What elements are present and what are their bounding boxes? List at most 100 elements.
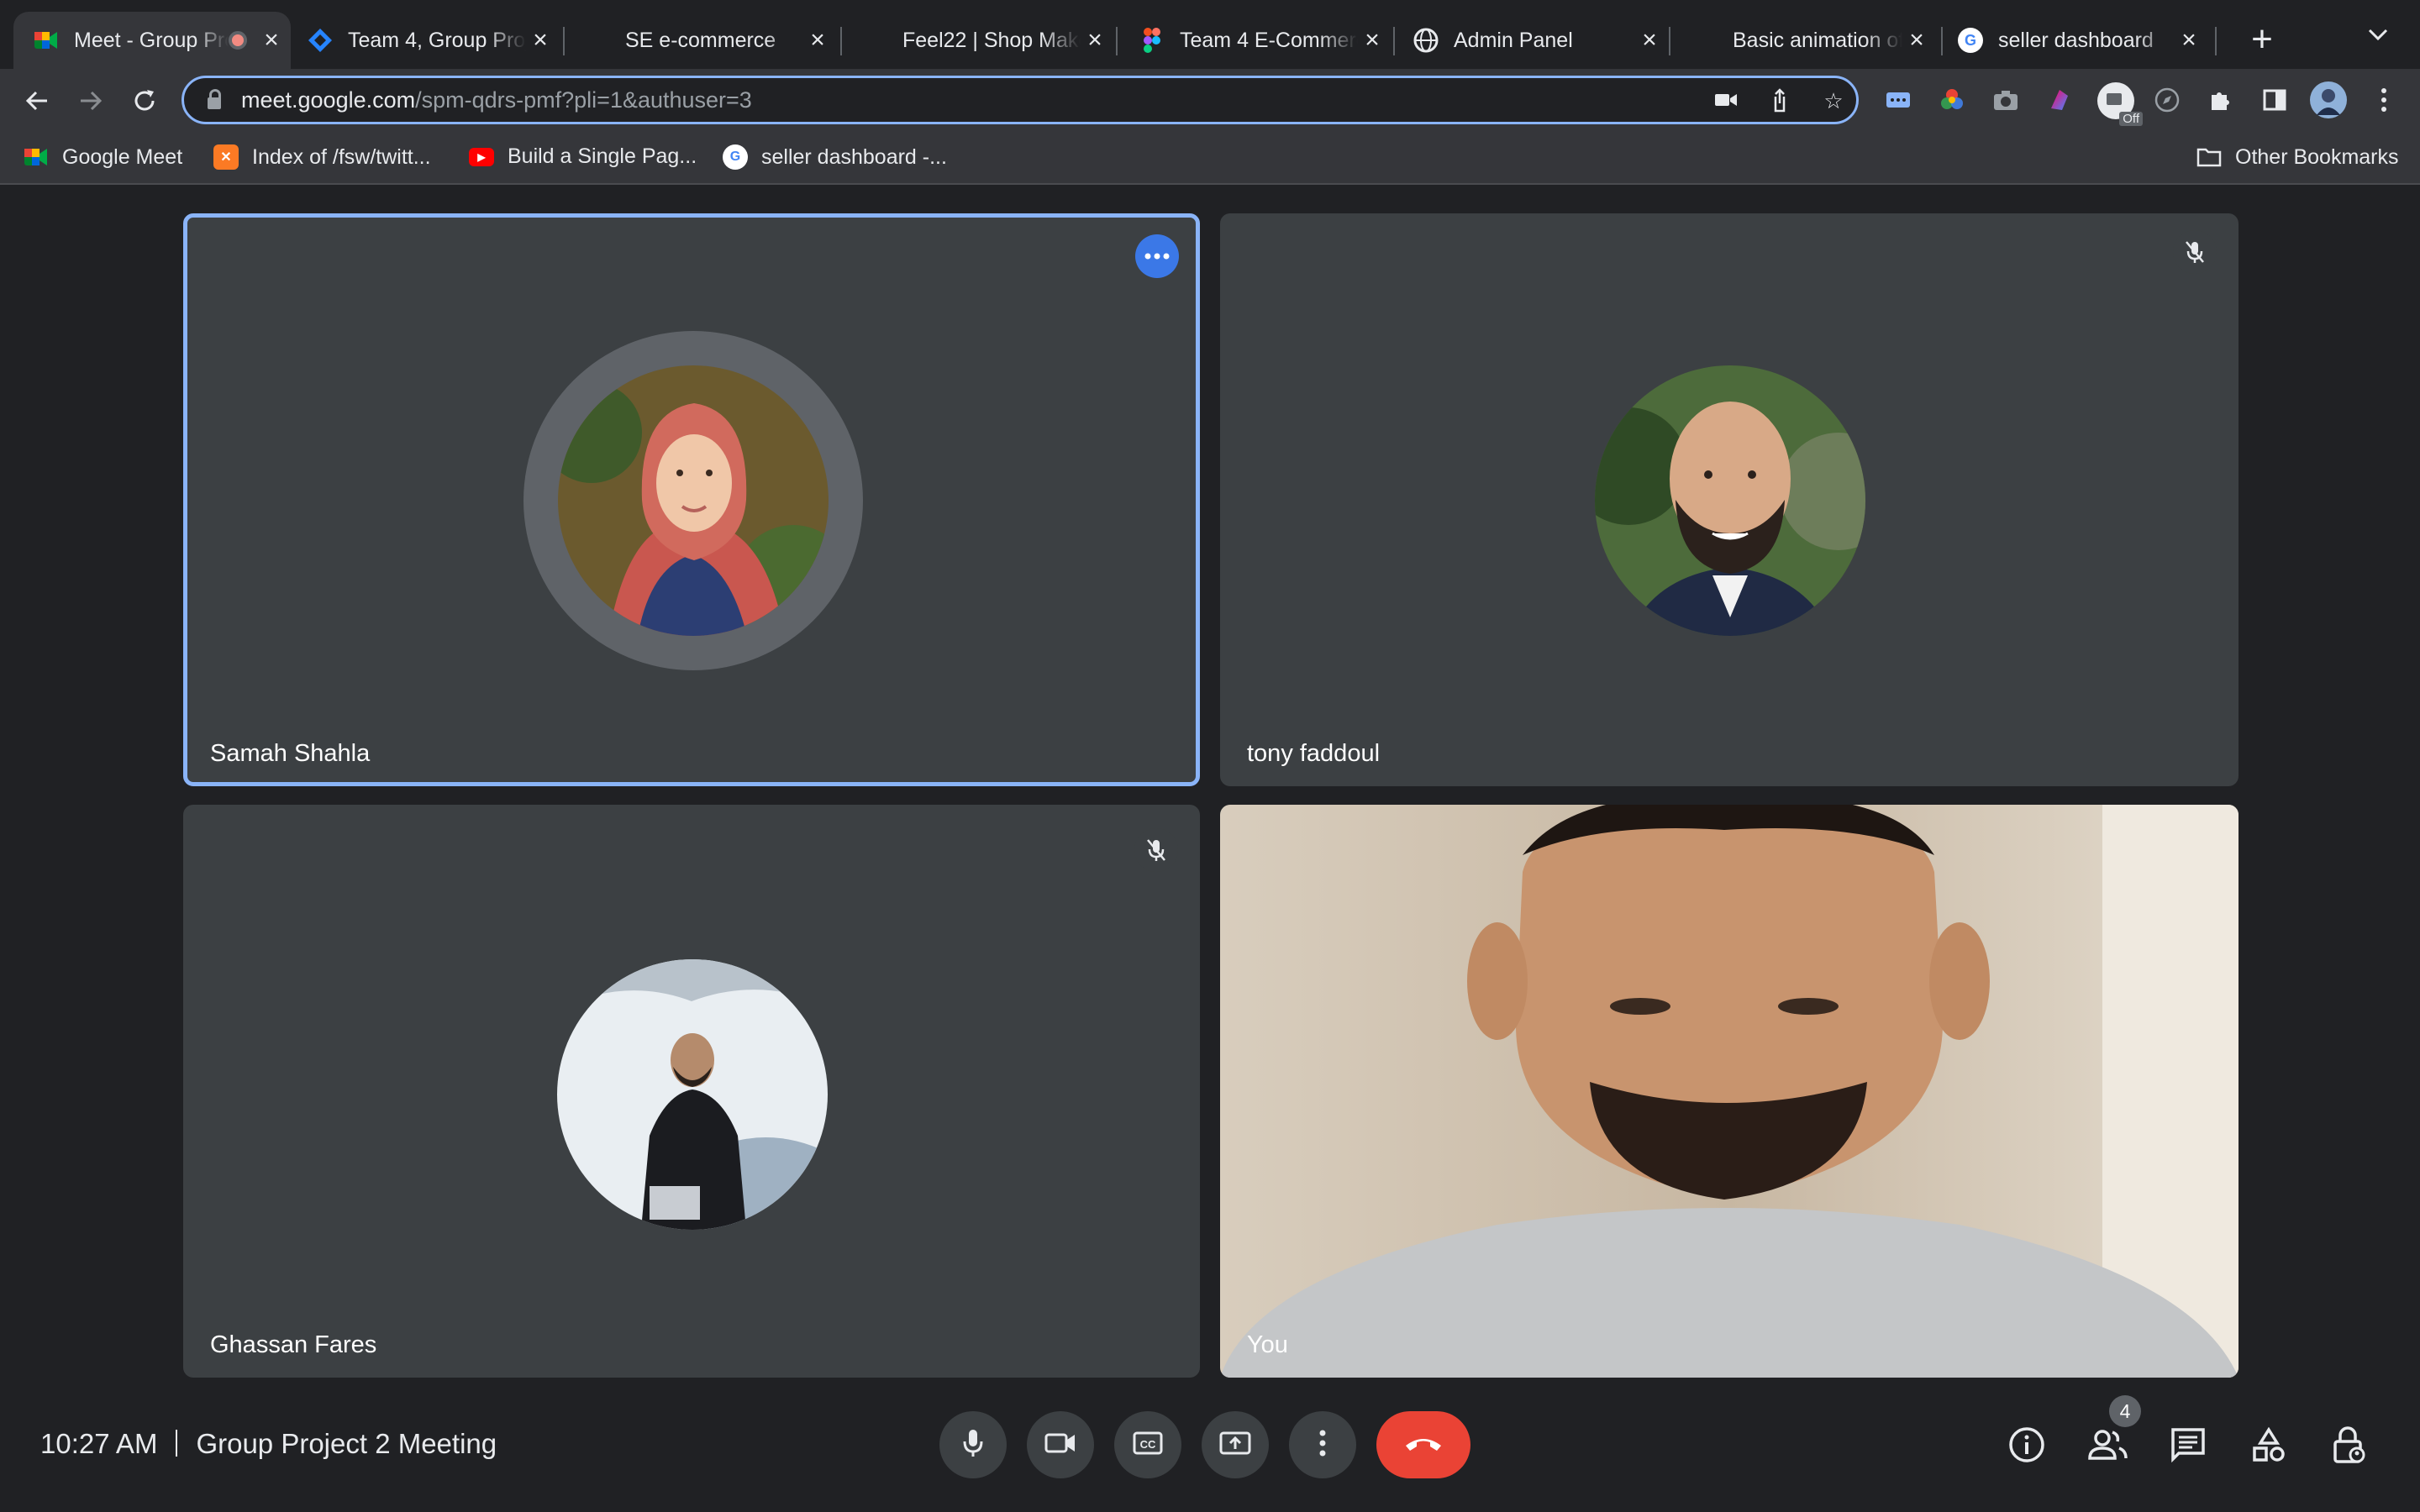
muted-mic-icon [1134, 828, 1178, 872]
bookmark-label: Build a Single Pag... [508, 144, 697, 168]
tab-admin-panel[interactable]: Admin Panel × [1408, 12, 1669, 69]
reload-icon[interactable] [124, 81, 165, 121]
host-controls-button[interactable] [2328, 1425, 2371, 1468]
tab-meet[interactable]: Meet - Group Project 2 Meeting × [13, 12, 291, 69]
bookmark-label: Other Bookmarks [2235, 144, 2399, 169]
meeting-title: Group Project 2 Meeting [196, 1428, 497, 1459]
activities-button[interactable] [2247, 1425, 2291, 1468]
folder-icon [2196, 144, 2222, 170]
tab-se-ecommerce[interactable]: SE e-commerce × [576, 12, 837, 69]
bookmark-google-meet[interactable]: Google Meet [24, 144, 182, 170]
microphone-button[interactable] [939, 1411, 1007, 1478]
profile-avatar[interactable] [2309, 81, 2348, 119]
bookmark-label: Index of /fsw/twitt... [252, 144, 431, 169]
bookmark-seller-dashboard[interactable]: G seller dashboard -... [723, 144, 947, 170]
bookmark-index-fsw[interactable]: ✕ Index of /fsw/twitt... [213, 144, 431, 170]
closed-captions-icon: CC [1133, 1431, 1163, 1460]
participant-tile-samah[interactable]: Samah Shahla [183, 213, 1200, 786]
avatar [557, 959, 828, 1230]
google-icon: G [723, 144, 748, 170]
chat-icon [2170, 1427, 2206, 1467]
tab-seller-dashboard[interactable]: G seller dashboard × [1948, 12, 2208, 69]
avatar [1595, 365, 1865, 636]
side-panel-icon[interactable] [2259, 84, 2291, 116]
screenshot-camera-icon[interactable] [1990, 84, 2022, 116]
bookmarks-bar: Google Meet ✕ Index of /fsw/twitt... ▶ B… [0, 133, 2420, 185]
bookmark-star-icon[interactable]: ☆ [1821, 88, 1846, 113]
other-bookmarks-folder[interactable]: Other Bookmarks [2196, 144, 2399, 170]
tab-title: Basic animation of [1733, 28, 1902, 52]
close-tab-icon[interactable]: × [2175, 26, 2203, 55]
captions-button[interactable]: CC [1114, 1411, 1181, 1478]
participant-name: Ghassan Fares [210, 1331, 377, 1358]
close-tab-icon[interactable]: × [1081, 26, 1109, 55]
microphone-icon [962, 1428, 984, 1462]
tab-separator [1941, 27, 1943, 55]
color-picker-extension-icon[interactable] [1936, 84, 1968, 116]
participant-count-badge: 4 [2109, 1395, 2141, 1427]
tab-title: SE e-commerce [625, 28, 776, 52]
meet-extension-icon[interactable]: Off [2094, 79, 2143, 126]
bookmark-build-spa[interactable]: ▶ Build a Single Pag... [469, 144, 697, 169]
divider [176, 1430, 178, 1457]
meeting-info: 10:27 AM Group Project 2 Meeting [40, 1428, 497, 1460]
bookmark-label: Google Meet [62, 144, 183, 169]
new-tab-icon[interactable]: + [2237, 18, 2287, 60]
more-options-button[interactable] [1289, 1411, 1356, 1478]
gradient-extension-icon[interactable] [2044, 84, 2075, 116]
xampp-icon: ✕ [213, 144, 239, 170]
tab-separator [563, 27, 565, 55]
muted-mic-icon [2173, 230, 2217, 274]
self-video-feed [1220, 805, 2238, 1378]
lock-icon[interactable] [208, 89, 221, 109]
tab-search-icon[interactable] [2366, 22, 2390, 49]
google-meet-icon [34, 28, 59, 53]
more-vert-icon [1319, 1430, 1326, 1461]
close-tab-icon[interactable]: × [1358, 26, 1386, 55]
present-screen-icon [1219, 1431, 1251, 1460]
globe-icon [1413, 28, 1439, 53]
lock-person-icon [2332, 1425, 2367, 1467]
tab-figma[interactable]: Team 4 E-Commerce × [1131, 12, 1392, 69]
close-tab-icon[interactable]: × [1902, 26, 1931, 55]
chat-button[interactable] [2166, 1425, 2210, 1468]
close-tab-icon[interactable]: × [526, 26, 555, 55]
close-tab-icon[interactable]: × [1635, 26, 1664, 55]
recording-indicator-icon [229, 31, 247, 50]
blank-favicon [585, 28, 610, 53]
share-icon[interactable] [1767, 88, 1792, 113]
people-button[interactable] [2086, 1425, 2129, 1468]
tab-title: Feel22 | Shop Makeup [902, 28, 1081, 52]
tab-jira[interactable]: Team 4, Group Project × [299, 12, 560, 69]
tab-title: Meet - Group Project 2 Meeting [74, 28, 229, 52]
compass-icon[interactable] [2151, 84, 2183, 116]
meeting-time: 10:27 AM [40, 1428, 158, 1459]
close-tab-icon[interactable]: × [803, 26, 832, 55]
participant-tile-tony[interactable]: tony faddoul [1220, 213, 2238, 786]
extension-dots-icon[interactable] [1882, 84, 1914, 116]
tab-feel22[interactable]: Feel22 | Shop Makeup × [854, 12, 1114, 69]
address-bar[interactable]: meet.google.com/spm-qdrs-pmf?pli=1&authu… [182, 76, 1859, 124]
camera-button[interactable] [1027, 1411, 1094, 1478]
forward-arrow-icon[interactable] [71, 81, 111, 121]
bookmark-label: seller dashboard -... [761, 144, 947, 169]
figma-icon [1139, 28, 1165, 53]
tab-title: Team 4, Group Project [348, 28, 526, 52]
google-icon: G [1958, 28, 1983, 53]
browser-menu-icon[interactable] [2368, 84, 2400, 116]
participant-name: You [1247, 1331, 1288, 1358]
svg-text:CC: CC [1140, 1438, 1156, 1451]
present-screen-button[interactable] [1202, 1411, 1269, 1478]
participant-tile-you[interactable]: You [1220, 805, 2238, 1378]
camera-in-use-icon[interactable] [1713, 88, 1739, 113]
tab-basic-animation[interactable]: Basic animation of × [1686, 12, 1936, 69]
participant-tile-ghassan[interactable]: Ghassan Fares [183, 805, 1200, 1378]
more-options-icon[interactable] [1135, 234, 1179, 278]
meeting-details-button[interactable] [2005, 1425, 2049, 1468]
close-tab-icon[interactable]: × [257, 26, 286, 55]
back-arrow-icon[interactable] [17, 81, 57, 121]
blank-favicon [1692, 28, 1718, 53]
extensions-puzzle-icon[interactable] [2205, 84, 2237, 116]
meeting-controls-bar: 10:27 AM Group Project 2 Meeting CC [0, 1389, 2420, 1512]
leave-call-button[interactable] [1376, 1411, 1470, 1478]
